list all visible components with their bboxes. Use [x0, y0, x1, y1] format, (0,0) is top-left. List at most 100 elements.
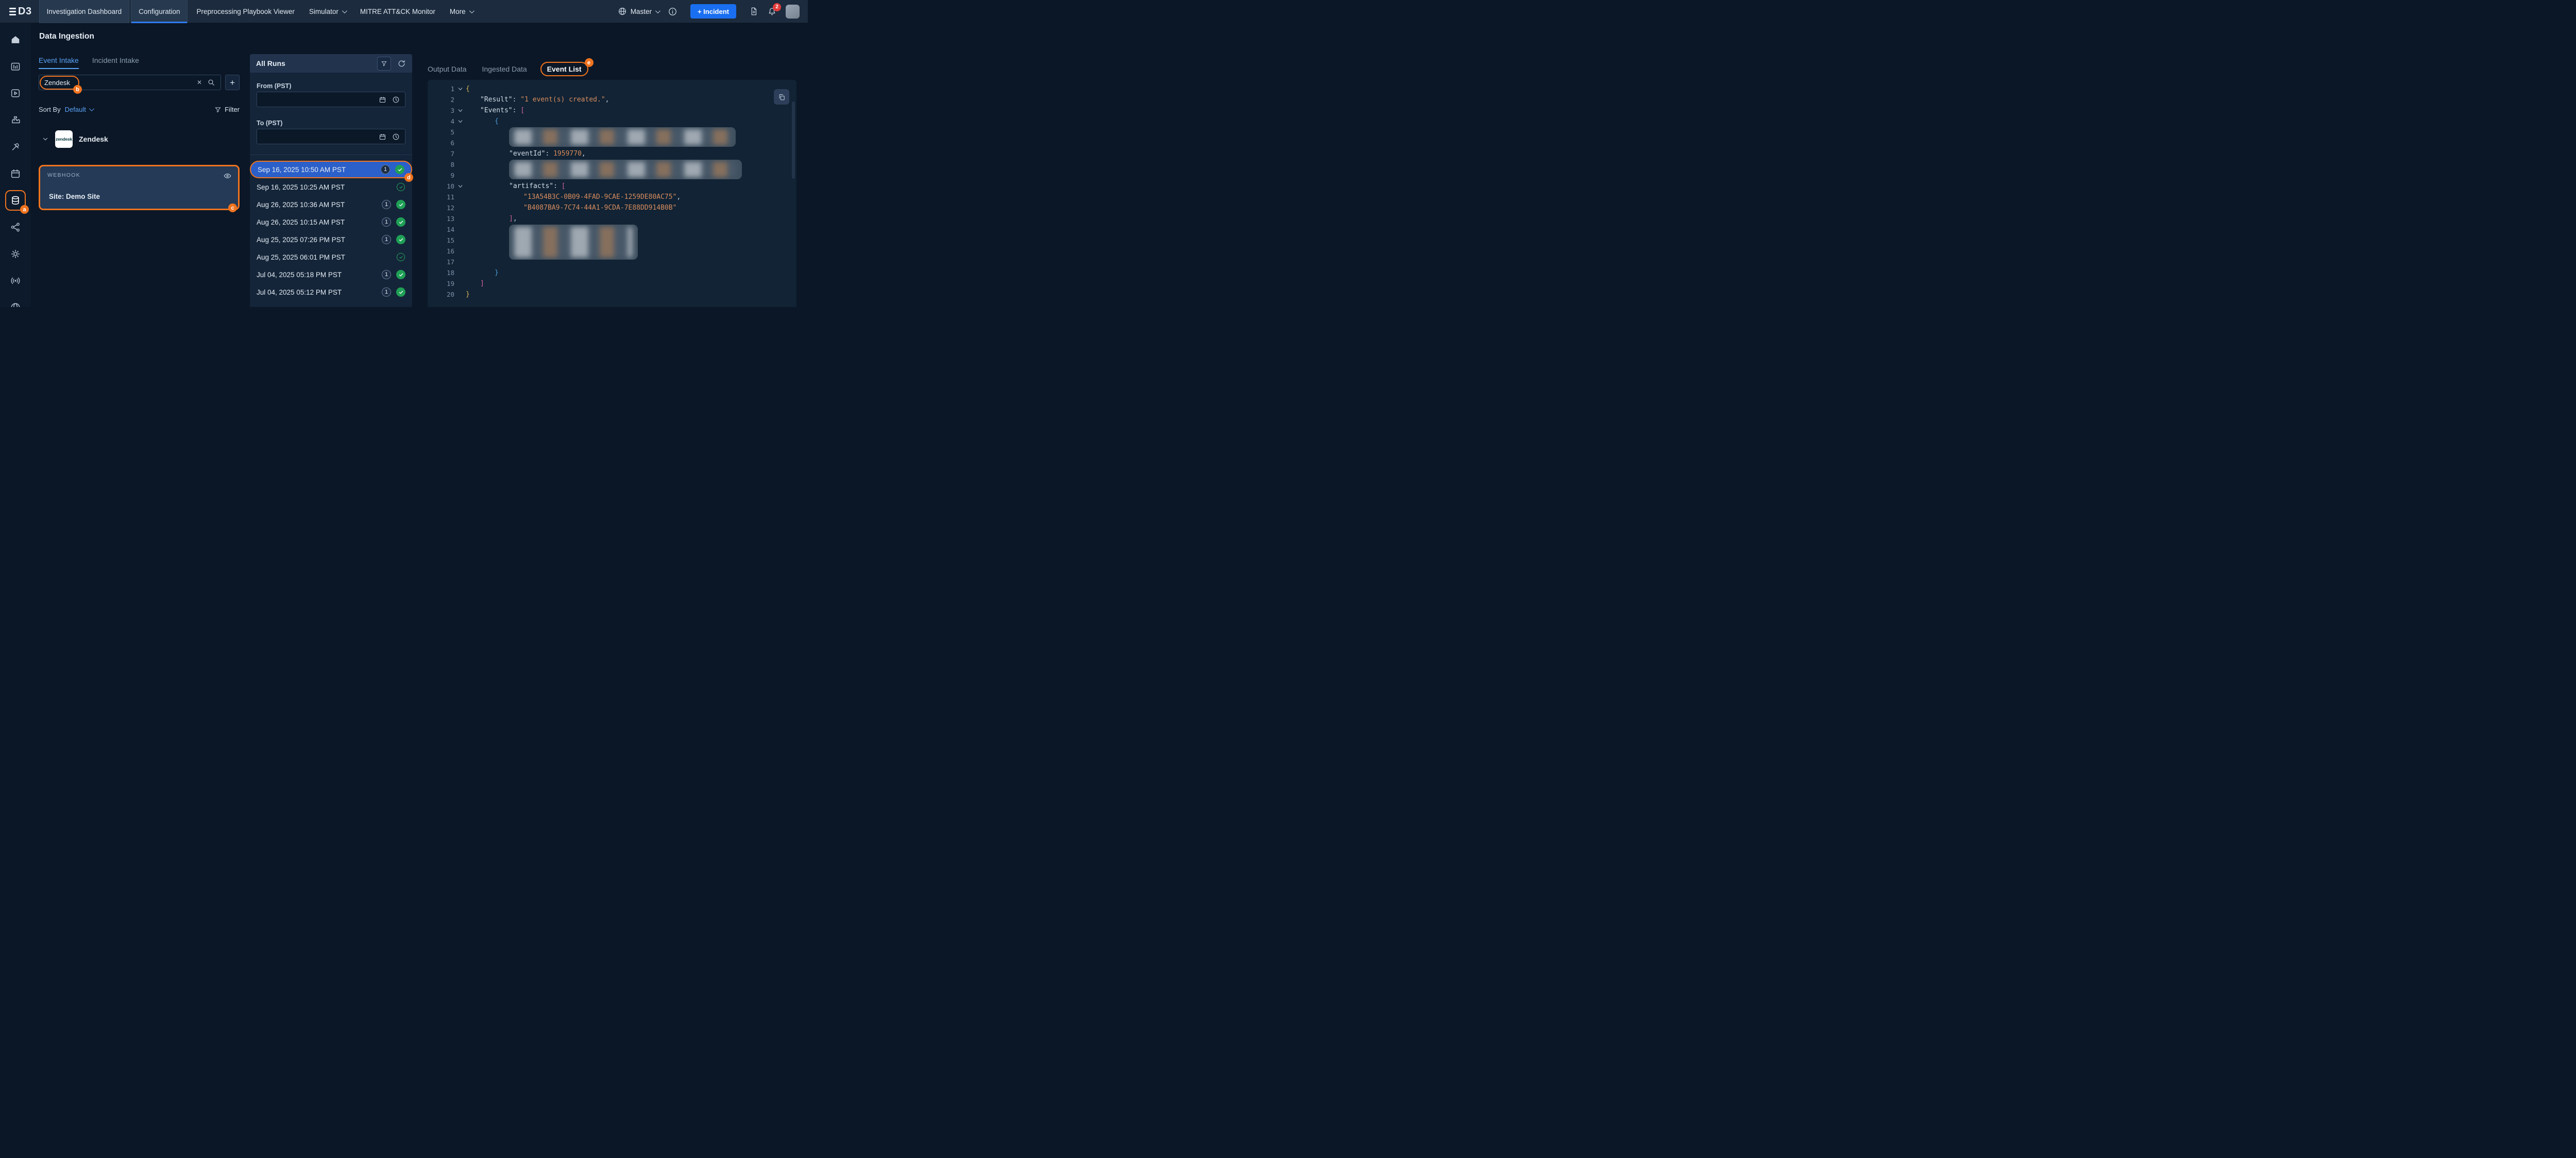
- fold-spacer: [454, 170, 466, 181]
- success-check-icon: [397, 253, 405, 261]
- sidebar-item-connections[interactable]: [0, 214, 31, 241]
- code-line: 14: [428, 224, 796, 235]
- line-number: 11: [428, 192, 454, 202]
- clock-icon[interactable]: [392, 96, 400, 104]
- fold-chevron-icon[interactable]: [454, 83, 466, 94]
- to-date-label: To (PST): [257, 120, 282, 127]
- sidebar-item-data-ingestion[interactable]: a: [0, 187, 31, 214]
- top-tab-label: Investigation Dashboard: [47, 8, 122, 15]
- runs-list: Sep 16, 2025 10:50 AM PST1dSep 16, 2025 …: [250, 161, 412, 301]
- run-list-item[interactable]: Aug 26, 2025 10:15 AM PST1: [250, 213, 412, 231]
- code-text: {: [466, 83, 470, 94]
- code-text: [466, 170, 509, 181]
- fold-spacer: [454, 289, 466, 300]
- fold-spacer: [454, 159, 466, 170]
- run-list-item[interactable]: Sep 16, 2025 10:50 AM PST1d: [250, 161, 412, 178]
- run-list-item[interactable]: Sep 16, 2025 10:25 AM PST: [250, 178, 412, 196]
- run-timestamp: Jul 04, 2025 05:18 PM PST: [257, 271, 382, 279]
- webhook-connection-card[interactable]: WEBHOOK Site: Demo Site c: [39, 165, 240, 210]
- fold-chevron-icon[interactable]: [454, 181, 466, 192]
- filter-runs-button[interactable]: [377, 57, 391, 71]
- sidebar-item-schedule[interactable]: [0, 160, 31, 187]
- eye-icon[interactable]: [223, 172, 232, 180]
- connection-title: Site: Demo Site: [49, 193, 100, 200]
- top-tab[interactable]: More: [443, 0, 480, 23]
- code-text: [466, 224, 509, 235]
- chevron-down-icon[interactable]: [42, 135, 49, 143]
- copy-button[interactable]: [774, 89, 789, 105]
- clock-icon[interactable]: [392, 133, 400, 141]
- runs-panel-header: All Runs: [250, 54, 412, 73]
- top-tab[interactable]: Preprocessing Playbook Viewer: [189, 0, 301, 23]
- left-icon-sidebar: a: [0, 23, 31, 307]
- sort-by-label: Sort By: [39, 106, 61, 113]
- environment-selector[interactable]: Master: [618, 7, 659, 16]
- annotation-badge-b: b: [73, 85, 82, 94]
- event-count-badge: 1: [381, 165, 390, 174]
- sidebar-item-globe[interactable]: [0, 294, 31, 307]
- integration-group-zendesk[interactable]: zendesk Zendesk: [42, 130, 108, 148]
- calendar-icon[interactable]: [379, 96, 386, 104]
- document-icon[interactable]: [749, 7, 758, 16]
- sidebar-item-settings[interactable]: [0, 241, 31, 267]
- clear-search-icon[interactable]: ✕: [197, 79, 202, 86]
- code-text: "artifacts": [: [466, 181, 566, 192]
- run-list-item[interactable]: Aug 25, 2025 07:26 PM PST1: [250, 231, 412, 248]
- code-text: "13A54B3C-0B09-4FAD-9CAE-1259DE80AC75",: [466, 192, 681, 202]
- user-avatar[interactable]: [786, 5, 800, 19]
- d3-logo-bars-icon: [9, 8, 16, 15]
- data-panel: Output Data Ingested Data Event List e 1…: [417, 54, 808, 307]
- tools-icon: [10, 141, 21, 152]
- fold-chevron-icon[interactable]: [454, 105, 466, 116]
- info-icon[interactable]: [668, 7, 677, 16]
- code-text: "eventId": 1959770,: [466, 148, 586, 159]
- line-number: 5: [428, 127, 454, 138]
- funnel-icon: [214, 106, 222, 113]
- success-check-icon: [396, 270, 405, 279]
- top-tab[interactable]: MITRE ATT&CK Monitor: [353, 0, 443, 23]
- code-line: 20}: [428, 289, 796, 300]
- tab-incident-intake[interactable]: Incident Intake: [92, 56, 139, 69]
- gear-icon: [10, 248, 21, 260]
- tab-event-intake[interactable]: Event Intake: [39, 56, 79, 69]
- environment-label: Master: [631, 8, 652, 15]
- sidebar-item-utilities[interactable]: [0, 133, 31, 160]
- sort-by-value: Default: [65, 106, 86, 113]
- sidebar-item-home[interactable]: [0, 26, 31, 53]
- top-tab[interactable]: Configuration: [131, 0, 188, 23]
- from-date-input[interactable]: [257, 92, 405, 107]
- top-tab[interactable]: Investigation Dashboard: [39, 0, 130, 23]
- search-input[interactable]: [39, 79, 197, 87]
- add-incident-button[interactable]: + Incident: [690, 4, 736, 19]
- sidebar-item-integrations[interactable]: [0, 107, 31, 133]
- run-list-item[interactable]: Jul 04, 2025 05:12 PM PST1: [250, 283, 412, 301]
- sidebar-item-playbooks[interactable]: [0, 80, 31, 107]
- top-tab[interactable]: Simulator: [302, 0, 353, 23]
- sort-by-dropdown[interactable]: Default: [65, 106, 93, 113]
- run-list-item[interactable]: Aug 26, 2025 10:36 AM PST1: [250, 196, 412, 213]
- tab-ingested-data[interactable]: Ingested Data: [482, 65, 527, 73]
- fold-spacer: [454, 192, 466, 202]
- run-list-item[interactable]: Jul 04, 2025 05:18 PM PST1: [250, 266, 412, 283]
- sidebar-item-live-feed[interactable]: [0, 267, 31, 294]
- scrollbar-thumb[interactable]: [792, 101, 795, 179]
- chevron-down-icon: [342, 8, 347, 13]
- run-list-item[interactable]: Aug 25, 2025 06:01 PM PST: [250, 248, 412, 266]
- fold-chevron-icon[interactable]: [454, 116, 466, 127]
- search-icons: ✕: [197, 78, 221, 87]
- code-text: [466, 257, 509, 267]
- line-number: 4: [428, 116, 454, 127]
- d3-logo[interactable]: D3: [0, 6, 39, 18]
- to-date-input[interactable]: [257, 129, 405, 144]
- calendar-icon[interactable]: [379, 133, 386, 141]
- sidebar-item-board[interactable]: [0, 53, 31, 80]
- search-icon[interactable]: [207, 78, 215, 87]
- tab-output-data[interactable]: Output Data: [428, 65, 467, 73]
- add-integration-button[interactable]: +: [225, 75, 240, 90]
- filter-button[interactable]: Filter: [214, 106, 240, 113]
- code-line: 11 "13A54B3C-0B09-4FAD-9CAE-1259DE80AC75"…: [428, 192, 796, 202]
- tab-event-list[interactable]: Event List: [547, 65, 582, 73]
- line-number: 10: [428, 181, 454, 192]
- refresh-button[interactable]: [397, 59, 406, 68]
- notifications-icon[interactable]: 2: [767, 7, 777, 16]
